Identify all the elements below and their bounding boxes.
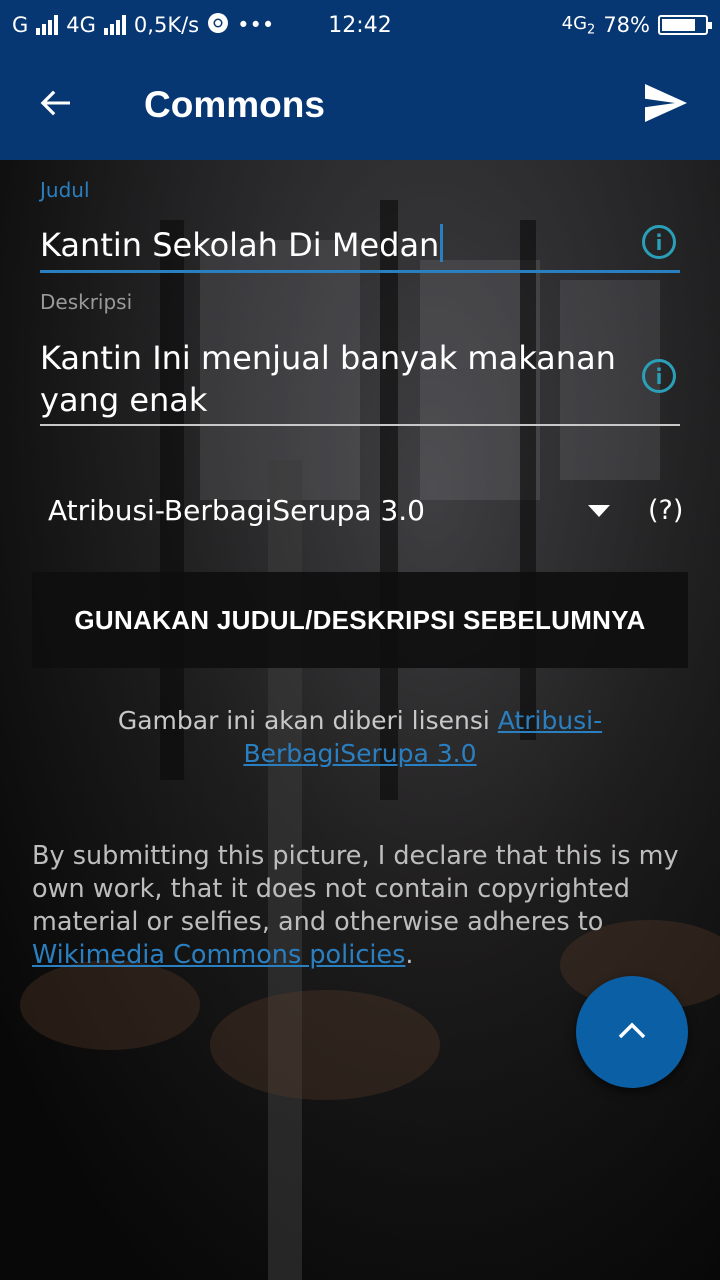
use-previous-button[interactable]: GUNAKAN JUDUL/DESKRIPSI SEBELUMNYA xyxy=(32,572,688,668)
title-underline xyxy=(40,270,680,273)
carrier-1-label: G xyxy=(12,13,29,37)
declaration-text: By submitting this picture, I declare th… xyxy=(32,840,682,972)
license-select[interactable]: Atribusi-BerbagiSerupa 3.0 (?) xyxy=(32,482,688,538)
scroll-up-button[interactable] xyxy=(576,976,688,1088)
send-button[interactable] xyxy=(610,50,720,160)
description-label: Deskripsi xyxy=(40,290,133,314)
text-cursor xyxy=(440,224,444,262)
license-help-link[interactable]: (?) xyxy=(648,495,683,526)
license-note: Gambar ini akan diberi lisensi Atribusi-… xyxy=(32,704,688,770)
info-icon[interactable] xyxy=(641,358,677,394)
declaration-end: . xyxy=(405,940,414,970)
commons-policies-link[interactable]: Wikimedia Commons policies xyxy=(32,940,405,970)
send-icon xyxy=(643,84,687,126)
upload-form: Judul Kantin Sekolah Di Medan Deskripsi … xyxy=(0,160,720,1280)
license-selected-value: Atribusi-BerbagiSerupa 3.0 xyxy=(48,493,425,527)
network-speed: 0,5K/s xyxy=(133,13,200,37)
more-notifications-icon: ••• xyxy=(237,13,275,37)
status-bar: G 4G 0,5K/s ••• 12:42 4G2 78% xyxy=(0,0,720,50)
battery-percent: 78% xyxy=(603,13,650,37)
license-note-text: Gambar ini akan diberi lisensi xyxy=(117,706,490,735)
signal-icon-2 xyxy=(103,15,126,35)
title-label: Judul xyxy=(40,178,90,202)
signal-icon xyxy=(36,15,59,35)
app-title: Commons xyxy=(144,84,325,125)
carrier-2-label: 4G xyxy=(66,13,96,37)
battery-icon xyxy=(658,15,712,35)
chevron-up-icon xyxy=(618,1021,646,1043)
back-button[interactable] xyxy=(0,50,110,160)
description-input[interactable]: Kantin Ini menjual banyak makanan yang e… xyxy=(40,337,640,421)
description-underline xyxy=(40,424,680,426)
info-icon[interactable] xyxy=(641,224,677,260)
network-type: 4G2 xyxy=(561,12,596,38)
app-bar: Commons xyxy=(0,50,720,160)
dropdown-arrow-icon xyxy=(588,502,610,521)
declaration-body: By submitting this picture, I declare th… xyxy=(32,841,679,937)
arrow-back-icon xyxy=(37,85,73,125)
chrome-icon xyxy=(207,12,229,39)
title-input[interactable]: Kantin Sekolah Di Medan xyxy=(40,224,640,266)
